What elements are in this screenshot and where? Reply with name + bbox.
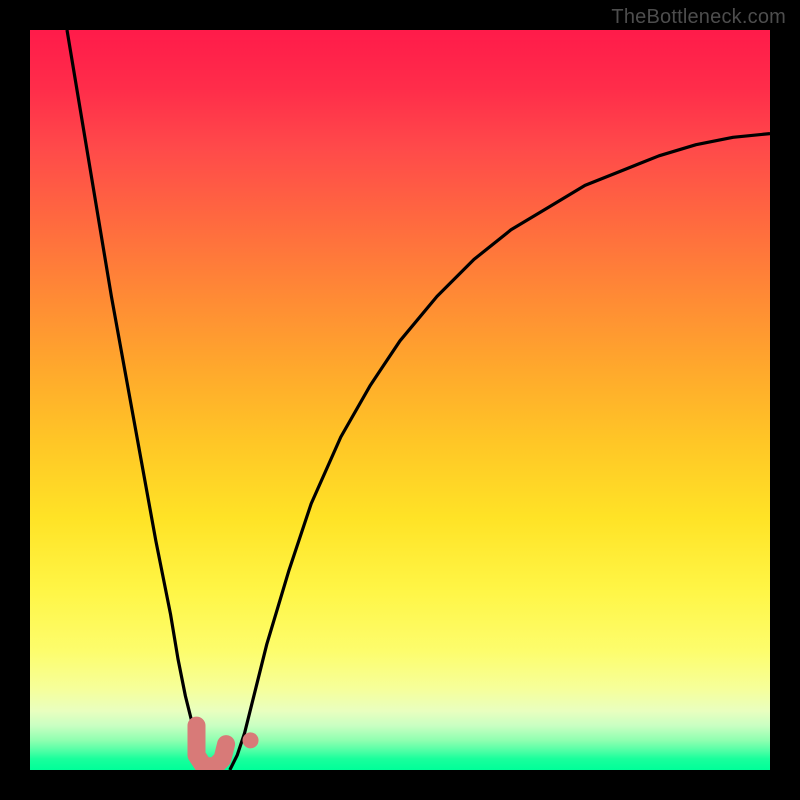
chart-frame: TheBottleneck.com <box>0 0 800 800</box>
marker-dot <box>243 732 259 748</box>
left-curve <box>67 30 215 770</box>
watermark-text: TheBottleneck.com <box>611 6 786 29</box>
right-curve <box>230 134 770 770</box>
plot-area <box>30 30 770 770</box>
marker-stroke <box>197 726 227 767</box>
curves-svg <box>30 30 770 770</box>
